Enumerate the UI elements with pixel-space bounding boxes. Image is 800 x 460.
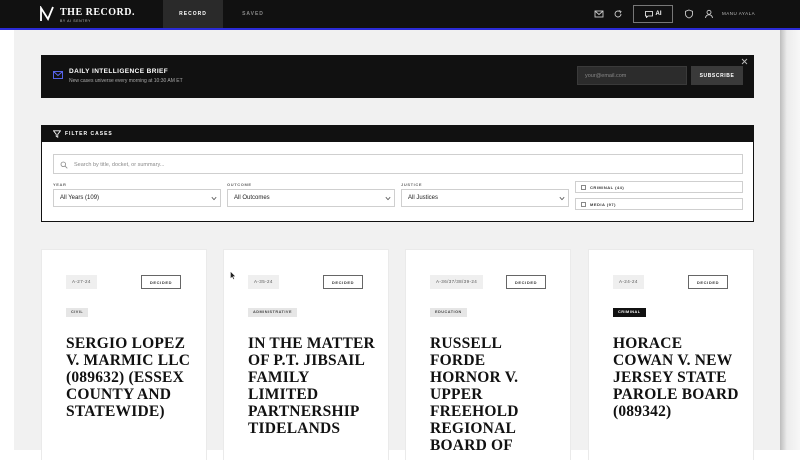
year-label: YEAR: [53, 182, 67, 187]
case-card[interactable]: A-36/37/38/39-24 DECIDED EDUCATION RUSSE…: [406, 250, 570, 460]
criminal-checkbox[interactable]: [581, 185, 586, 190]
status-badge: DECIDED: [688, 275, 728, 289]
shield-icon[interactable]: [684, 9, 694, 19]
top-navigation-bar: THE RECORD. BY AI SENTRY RECORD SAVED AI…: [0, 0, 800, 30]
envelope-icon: [53, 71, 63, 79]
tab-saved[interactable]: SAVED: [223, 0, 283, 28]
outcome-select-value: All Outcomes: [234, 195, 270, 201]
tab-record[interactable]: RECORD: [163, 0, 223, 28]
case-card[interactable]: A-35-24 DECIDED ADMINISTRATIVE IN THE MA…: [224, 250, 388, 460]
category-badge: ADMINISTRATIVE: [248, 308, 297, 317]
mail-icon[interactable]: [594, 9, 604, 19]
status-badge: DECIDED: [506, 275, 546, 289]
case-title[interactable]: SERGIO LOPEZ V. MARMIC LLC (089632) (ESS…: [66, 335, 196, 420]
logo-mark-icon: [40, 6, 54, 21]
criminal-checkbox-row[interactable]: CRIMINAL (44): [575, 181, 743, 193]
user-name[interactable]: MANU AYALA: [722, 11, 755, 16]
case-title[interactable]: IN THE MATTER OF P.T. JIBSAIL FAMILY LIM…: [248, 335, 378, 437]
filter-panel: FILTER CASES YEAR All Years (109) OUTCOM…: [41, 125, 754, 222]
case-title[interactable]: HORACE COWAN V. NEW JERSEY STATE PAROLE …: [613, 335, 743, 420]
funnel-icon: [53, 130, 61, 138]
filter-header: FILTER CASES: [42, 126, 753, 142]
outcome-label: OUTCOME: [227, 182, 252, 187]
chat-icon: [644, 10, 653, 18]
search-icon: [60, 161, 68, 169]
status-badge: DECIDED: [141, 275, 181, 289]
search-input[interactable]: [72, 157, 736, 173]
scroll-edge: [780, 30, 800, 450]
chevron-down-icon: [385, 196, 391, 201]
year-select[interactable]: All Years (109): [53, 189, 221, 207]
close-icon[interactable]: [741, 58, 748, 65]
docket-number: A-36/37/38/39-24: [430, 275, 484, 289]
mouse-cursor-icon: [230, 271, 236, 280]
ai-button-label: AI: [655, 11, 662, 17]
chevron-down-icon: [211, 196, 217, 201]
docket-number: A-24-24: [613, 275, 644, 289]
case-card[interactable]: A-24-24 DECIDED CRIMINAL HORACE COWAN V.…: [589, 250, 753, 460]
filter-title: FILTER CASES: [65, 131, 113, 137]
chevron-down-icon: [559, 196, 565, 201]
brief-subtitle: New cases universe every morning at 10:3…: [69, 78, 183, 84]
media-checkbox-row[interactable]: MEDIA (97): [575, 198, 743, 210]
daily-brief-banner: DAILY INTELLIGENCE BRIEF New cases unive…: [41, 55, 754, 98]
brief-title: DAILY INTELLIGENCE BRIEF: [69, 68, 169, 75]
app-title: THE RECORD.: [60, 7, 135, 18]
justice-select[interactable]: All Justices: [401, 189, 569, 207]
docket-number: A-27-24: [66, 275, 97, 289]
email-field[interactable]: [577, 66, 687, 85]
case-title[interactable]: RUSSELL FORDE HORNOR V. UPPER FREEHOLD R…: [430, 335, 560, 454]
justice-select-value: All Justices: [408, 195, 439, 201]
outcome-select[interactable]: All Outcomes: [227, 189, 395, 207]
year-select-value: All Years (109): [60, 195, 100, 201]
case-card[interactable]: A-27-24 DECIDED CIVIL SERGIO LOPEZ V. MA…: [42, 250, 206, 460]
ai-button[interactable]: AI: [633, 5, 673, 23]
refresh-icon[interactable]: [613, 9, 623, 19]
subscribe-button[interactable]: SUBSCRIBE: [691, 66, 743, 85]
search-box[interactable]: [53, 154, 743, 174]
status-badge: DECIDED: [323, 275, 363, 289]
criminal-checkbox-label: CRIMINAL (44): [590, 185, 625, 190]
media-checkbox-label: MEDIA (97): [590, 202, 616, 207]
media-checkbox[interactable]: [581, 202, 586, 207]
app-subtitle: BY AI SENTRY: [60, 19, 91, 23]
docket-number: A-35-24: [248, 275, 279, 289]
category-badge: EDUCATION: [430, 308, 467, 317]
justice-label: JUSTICE: [401, 182, 423, 187]
user-icon[interactable]: [704, 9, 714, 19]
category-badge: CIVIL: [66, 308, 89, 317]
category-badge: CRIMINAL: [613, 308, 646, 317]
